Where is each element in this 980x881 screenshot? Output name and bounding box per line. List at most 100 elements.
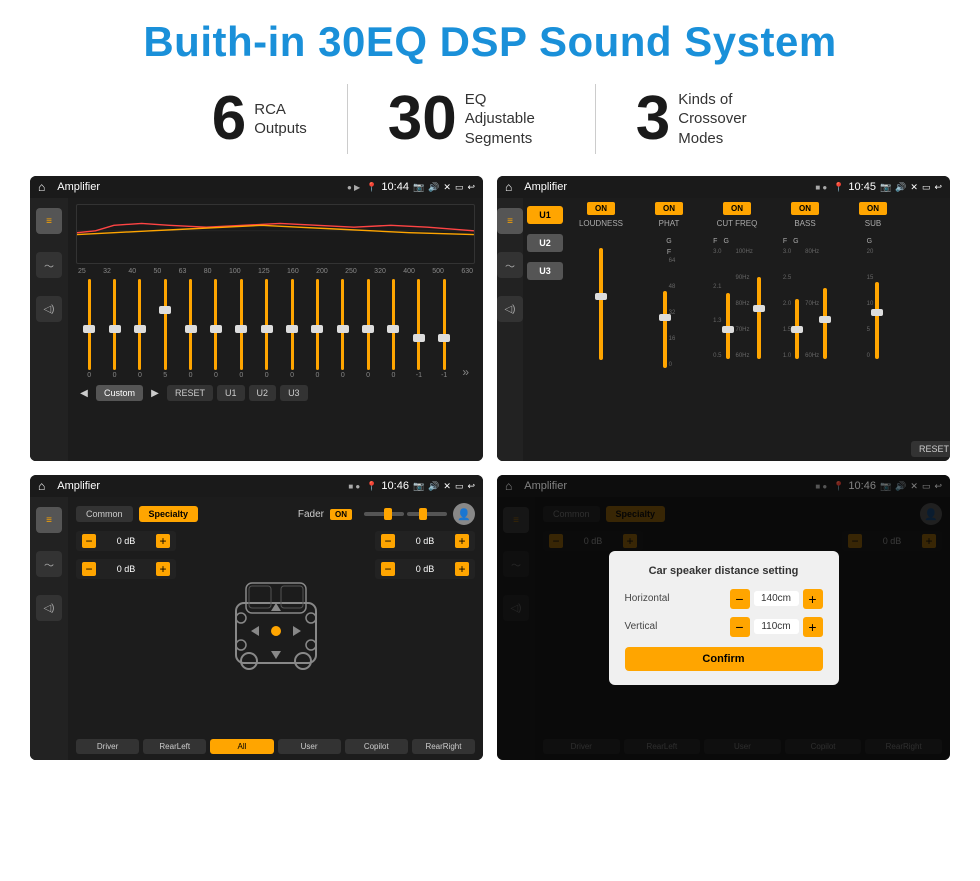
eq-prev-button[interactable]: ◀ [76,385,92,401]
fader-rearleft-button[interactable]: RearLeft [143,739,206,754]
sub-on-button[interactable]: ON [859,202,887,215]
eq-slider-9[interactable]: 0 [281,279,303,379]
screenshots-grid: ⌂ Amplifier ● ▶ 📍 10:44 📷 🔊 ✕ ▭ ↩ ≡ 〜 ◁) [30,176,950,760]
fader-db3-minus-button[interactable]: − [381,534,395,548]
fader-db-control-3: − 0 dB + [375,531,475,551]
cutfreq-on-button[interactable]: ON [723,202,751,215]
dialog-vertical-stepper[interactable]: − 110cm + [730,617,823,637]
fader-all-button[interactable]: All [210,739,273,754]
dialog-horizontal-value: 140cm [754,591,799,606]
crossover-u3-button[interactable]: U3 [527,262,563,280]
eq-slider-6[interactable]: 0 [205,279,227,379]
dialog-horizontal-plus-button[interactable]: + [803,589,823,609]
fader-db1-plus-button[interactable]: + [156,534,170,548]
eq-status-bar: ⌂ Amplifier ● ▶ 📍 10:44 📷 🔊 ✕ ▭ ↩ [30,176,483,198]
confirm-button[interactable]: Confirm [625,647,823,671]
fader-car-diagram [184,531,367,735]
fd-wave-icon[interactable]: 〜 [36,551,62,577]
cutfreq-label: CUT FREQ [717,219,758,228]
eq-slider-15[interactable]: -1 [433,279,455,379]
eq-icon-wave[interactable]: 〜 [36,252,62,278]
eq-slider-12[interactable]: 0 [357,279,379,379]
fader-db2-minus-button[interactable]: − [82,562,96,576]
page-title: Buith-in 30EQ DSP Sound System [30,18,950,66]
fader-rearright-button[interactable]: RearRight [412,739,475,754]
close-icon: ✕ [443,182,451,193]
eq-slider-5[interactable]: 0 [179,279,201,379]
stat-label-crossover: Kinds of Crossover Modes [678,90,768,149]
dialog-horizontal-minus-button[interactable]: − [730,589,750,609]
crossover-reset-button[interactable]: RESET [911,441,950,457]
eq-slider-3[interactable]: 0 [129,279,151,379]
phat-on-button[interactable]: ON [655,202,683,215]
eq-icon-speaker[interactable]: ◁) [36,296,62,322]
eq-slider-7[interactable]: 0 [230,279,252,379]
fader-h-track-1[interactable] [364,512,404,516]
fd-speaker-icon[interactable]: ◁) [36,595,62,621]
cr-location-icon: 📍 [833,182,844,193]
fader-db1-minus-button[interactable]: − [82,534,96,548]
stats-row: 6 RCA Outputs 30 EQ Adjustable Segments … [30,84,950,154]
eq-slider-1[interactable]: 0 [78,279,100,379]
crossover-channels: ON LOUDNESS ON PHAT G F [567,198,907,461]
eq-sliders: 0 0 0 5 0 0 0 0 0 0 0 0 0 -1 -1 [76,279,475,379]
fader-common-tab[interactable]: Common [76,506,133,522]
dialog-vertical-plus-button[interactable]: + [803,617,823,637]
crossover-screenshot: ⌂ Amplifier ■ ● 📍 10:45 📷 🔊 ✕ ▭ ↩ ≡ 〜 ◁) [497,176,950,461]
freq-63: 63 [179,268,187,275]
home-icon: ⌂ [38,180,45,194]
freq-32: 32 [103,268,111,275]
eq-slider-8[interactable]: 0 [256,279,278,379]
eq-slider-13[interactable]: 0 [382,279,404,379]
fader-status-bar: ⌂ Amplifier ■ ● 📍 10:46 📷 🔊 ✕ ▭ ↩ [30,475,483,497]
dialog-vertical-minus-button[interactable]: − [730,617,750,637]
eq-slider-11[interactable]: 0 [332,279,354,379]
fader-driver-button[interactable]: Driver [76,739,139,754]
fader-specialty-tab[interactable]: Specialty [139,506,199,522]
crossover-u1-button[interactable]: U1 [527,206,563,224]
eq-slider-2[interactable]: 0 [103,279,125,379]
fader-top-bar: Common Specialty Fader ON 👤 [76,503,475,525]
eq-slider-4[interactable]: 5 [154,279,176,379]
crossover-u2-button[interactable]: U2 [527,234,563,252]
bass-on-button[interactable]: ON [791,202,819,215]
channel-sub: ON SUB G 20151050 [843,202,903,374]
dialog-horizontal-stepper[interactable]: − 140cm + [730,589,823,609]
eq-more-icon[interactable]: » [458,365,473,379]
fader-db2-value: 0 dB [100,564,152,574]
fd-eq-icon[interactable]: ≡ [36,507,62,533]
crossover-dots: ■ ● [815,183,827,192]
crossover-main-screen: ≡ 〜 ◁) U1 U2 U3 ON LOUDNESS [497,198,950,461]
eq-preset-custom[interactable]: Custom [96,385,143,401]
fd-back-icon: ↩ [467,481,475,492]
fader-db-control-2: − 0 dB + [76,559,176,579]
cr-speaker-icon[interactable]: ◁) [497,296,523,322]
cr-eq-icon[interactable]: ≡ [497,208,523,234]
eq-u2-button[interactable]: U2 [249,385,277,401]
eq-sidebar: ≡ 〜 ◁) [30,198,68,461]
eq-icon-equalizer[interactable]: ≡ [36,208,62,234]
fader-copilot-button[interactable]: Copilot [345,739,408,754]
fader-slider-controls [364,512,447,516]
freq-250: 250 [345,268,357,275]
crossover-status-bar: ⌂ Amplifier ■ ● 📍 10:45 📷 🔊 ✕ ▭ ↩ [497,176,950,198]
fader-db3-plus-button[interactable]: + [455,534,469,548]
fader-h-track-2[interactable] [407,512,447,516]
fader-user-button[interactable]: User [278,739,341,754]
loudness-on-button[interactable]: ON [587,202,615,215]
eq-bottom-bar: ◀ Custom ▶ RESET U1 U2 U3 [76,385,475,401]
fader-db4-minus-button[interactable]: − [381,562,395,576]
fader-db4-plus-button[interactable]: + [455,562,469,576]
freq-500: 500 [432,268,444,275]
eq-u1-button[interactable]: U1 [217,385,245,401]
eq-slider-14[interactable]: -1 [408,279,430,379]
eq-reset-button[interactable]: RESET [167,385,213,401]
eq-slider-10[interactable]: 0 [306,279,328,379]
fader-time: 10:46 [381,480,409,492]
eq-u3-button[interactable]: U3 [280,385,308,401]
channel-bass: ON BASS FG 3.02.52.01.51.0 [775,202,835,374]
dialog-overlay: Car speaker distance setting Horizontal … [497,475,950,760]
cr-wave-icon[interactable]: 〜 [497,252,523,278]
eq-next-button[interactable]: ▶ [147,385,163,401]
fader-db2-plus-button[interactable]: + [156,562,170,576]
